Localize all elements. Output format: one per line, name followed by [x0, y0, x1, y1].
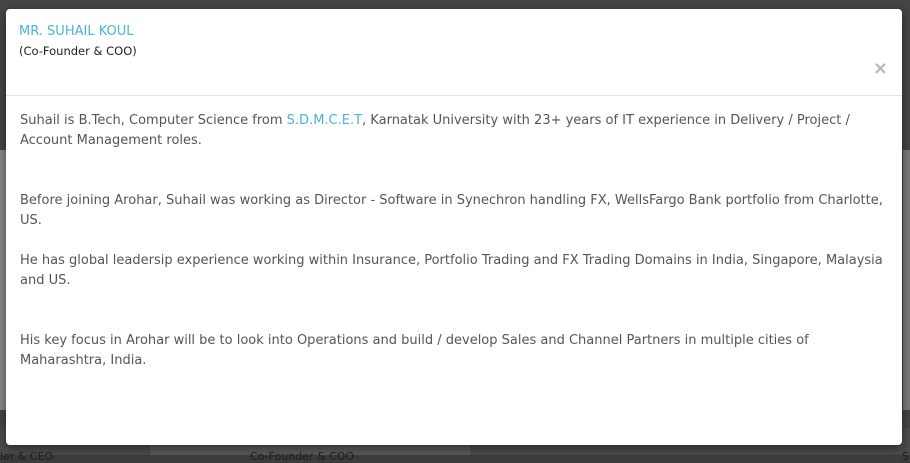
bio-paragraph-education: Suhail is B.Tech, Computer Science from … [20, 111, 888, 151]
profile-modal: MR. SUHAIL KOUL (Co-Founder & COO) × Suh… [6, 9, 902, 445]
college-link[interactable]: S.D.M.C.E.T [287, 113, 362, 128]
bio-paragraph-previous-role: Before joining Arohar, Suhail was workin… [20, 193, 883, 228]
background-caption-center: Co-Founder & COO [250, 450, 355, 463]
close-button[interactable]: × [873, 60, 888, 78]
bio-text: Suhail is B.Tech, Computer Science from [20, 113, 287, 128]
modal-title: MR. SUHAIL KOUL [19, 24, 134, 39]
modal-body: Suhail is B.Tech, Computer Science from … [6, 96, 902, 371]
bio-paragraph-experience: He has global leadersip experience worki… [20, 253, 883, 288]
background-caption-left: ler & CEO [0, 450, 54, 463]
bio-paragraph-focus: His key focus in Arohar will be to look … [20, 333, 809, 368]
modal-subtitle: (Co-Founder & COO) [19, 44, 137, 58]
background-photo-right [903, 150, 910, 410]
modal-header: MR. SUHAIL KOUL (Co-Founder & COO) × [6, 9, 902, 96]
background-caption-right: S [902, 450, 909, 463]
